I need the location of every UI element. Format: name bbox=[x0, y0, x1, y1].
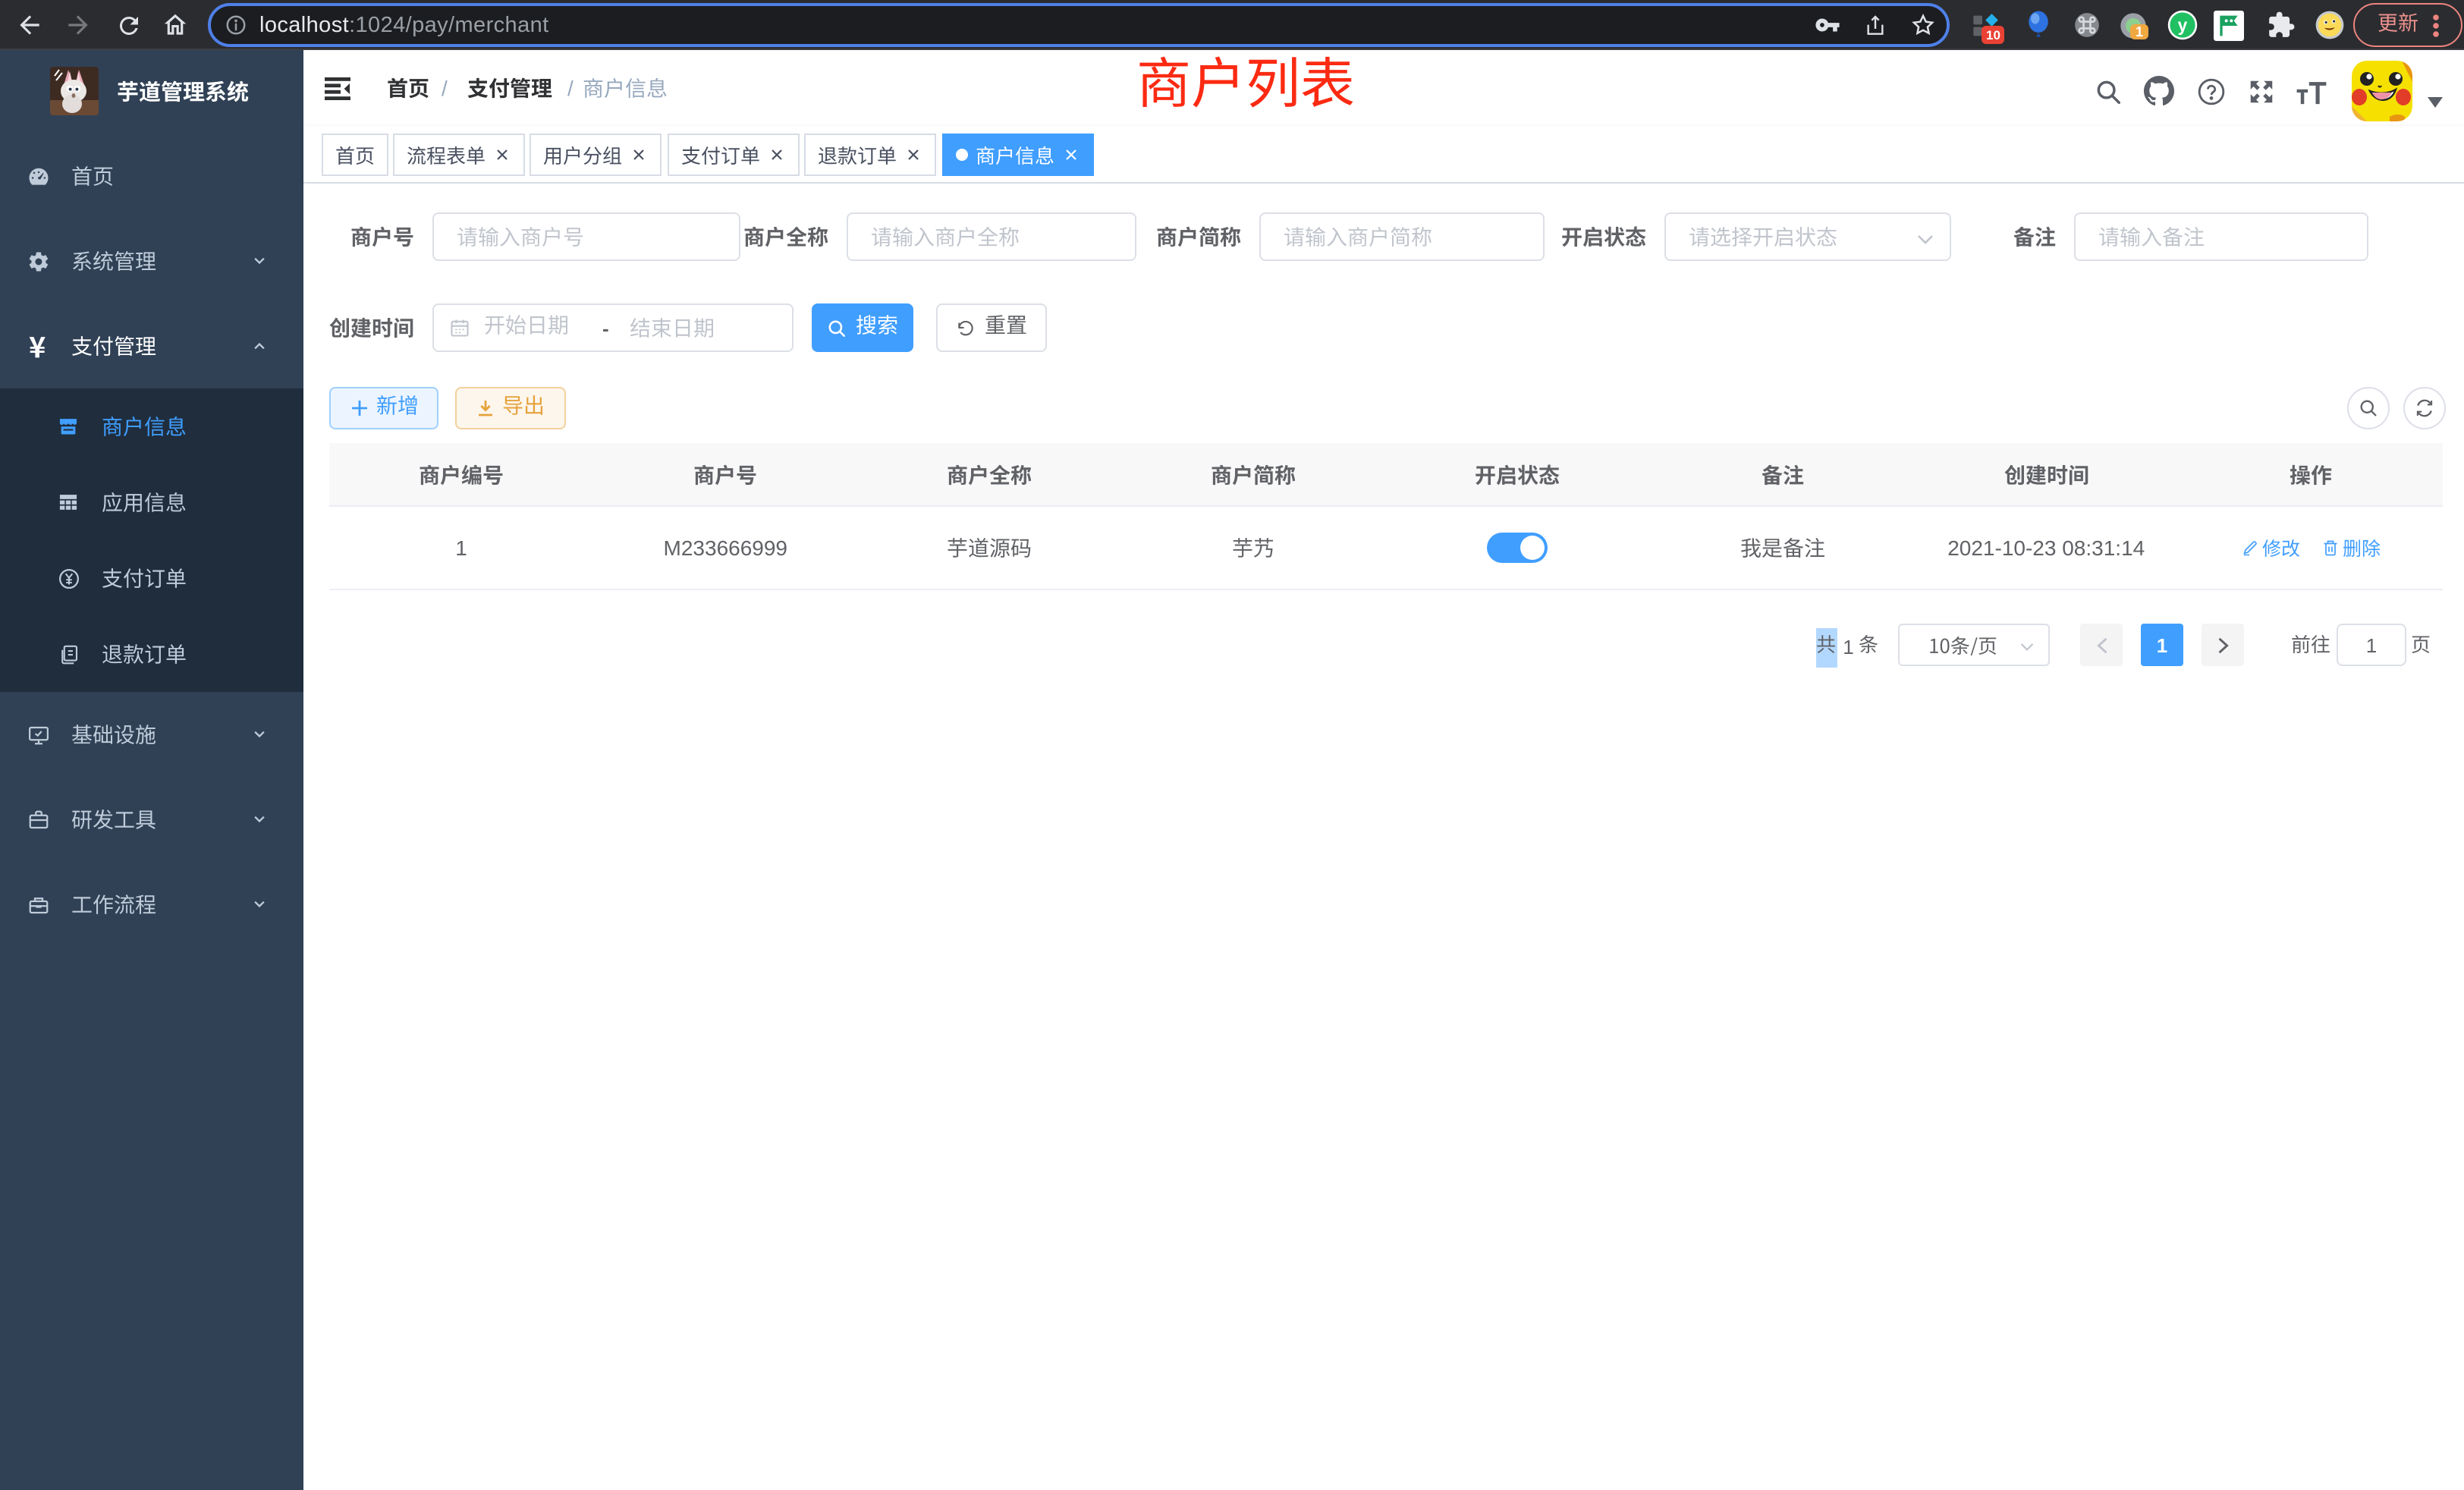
svg-text:y: y bbox=[2177, 15, 2187, 35]
